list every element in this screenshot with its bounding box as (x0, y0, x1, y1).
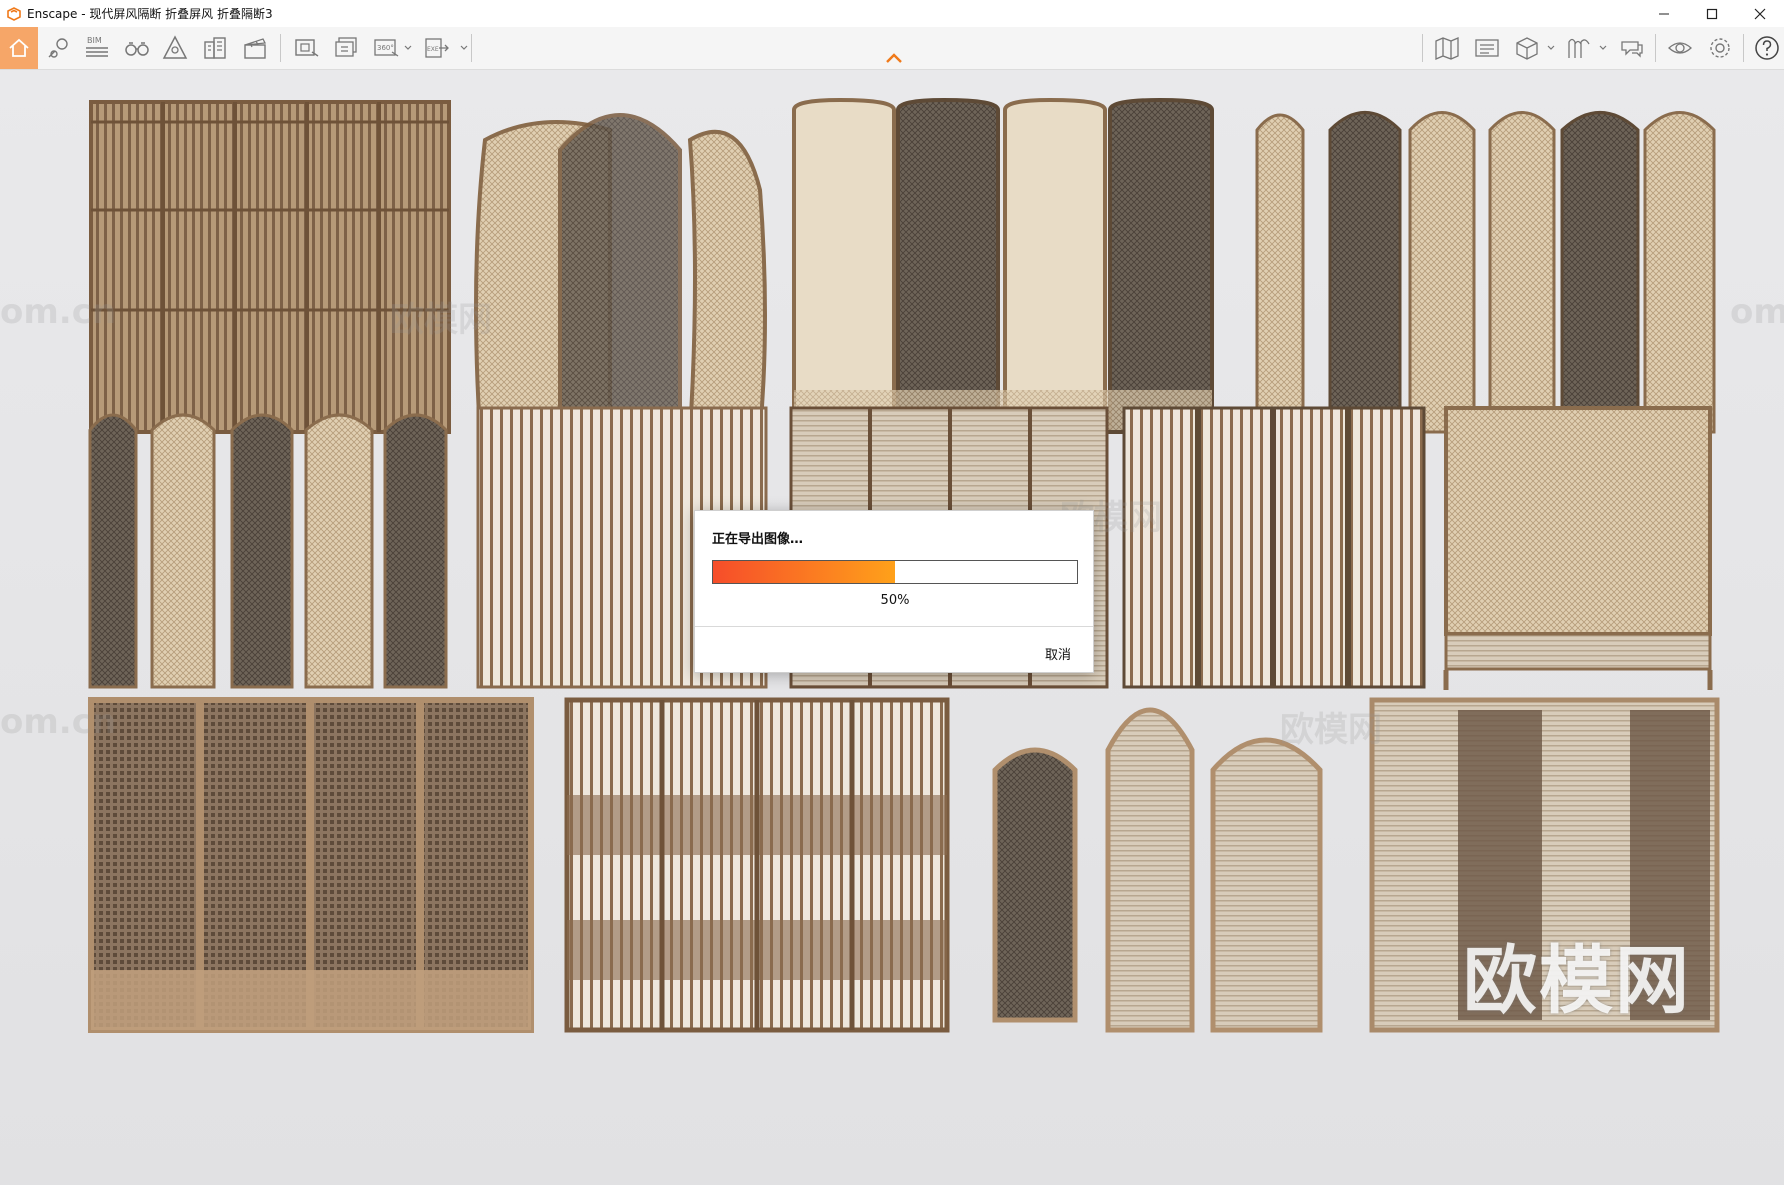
material-dropdown[interactable] (1598, 41, 1608, 55)
screen-model-5 (88, 413, 448, 689)
exe-export-icon: EXE (425, 38, 449, 58)
title-bar: Enscape - 现代屏风隔断 折叠屏风 折叠隔断3 (0, 0, 1784, 27)
asset-library-icon (1475, 39, 1499, 57)
help-icon (1755, 36, 1779, 60)
video-editor-button[interactable] (238, 31, 272, 65)
buildings-icon (204, 37, 226, 59)
panorama-360-icon: 360° (374, 39, 399, 57)
screen-model-1 (89, 100, 451, 434)
minimize-icon (1659, 13, 1669, 14)
views-button[interactable] (42, 31, 76, 65)
visibility-icon (1668, 42, 1692, 54)
map-icon (1435, 37, 1459, 60)
screen-model-4 (1255, 111, 1716, 434)
panorama-label: 360° (377, 44, 394, 52)
watermark-url: om.cn (0, 702, 117, 742)
screen-model-10 (88, 697, 534, 1033)
close-button[interactable] (1736, 0, 1784, 27)
asset-library-button[interactable] (1470, 31, 1504, 65)
screen-model-12 (992, 707, 1323, 1033)
visibility-button[interactable] (1663, 31, 1697, 65)
walk-mode-button[interactable] (120, 31, 154, 65)
batch-render-icon (335, 37, 357, 57)
settings-icon (1710, 38, 1730, 58)
export-dropdown[interactable] (459, 41, 469, 55)
settings-button[interactable] (1703, 31, 1737, 65)
bim-label: BIM (87, 36, 102, 45)
dialog-title: 正在导出图像… (712, 532, 804, 547)
collaboration-icon (1621, 41, 1643, 58)
binoculars-icon (125, 42, 149, 56)
collaboration-button[interactable] (1615, 31, 1649, 65)
export-exe-button[interactable]: EXE (419, 31, 453, 65)
atmosphere-button[interactable] (158, 31, 192, 65)
atmosphere-icon (162, 35, 188, 59)
view-mode-button[interactable] (1510, 31, 1544, 65)
buildings-button[interactable] (198, 31, 232, 65)
panorama-button[interactable]: 360° (369, 31, 403, 65)
home-button[interactable] (0, 27, 38, 69)
toolbar-separator (1655, 34, 1656, 62)
toolbar-separator (1422, 34, 1423, 62)
help-button[interactable] (1750, 31, 1784, 65)
panorama-dropdown[interactable] (403, 41, 413, 55)
minimize-button[interactable] (1640, 0, 1688, 27)
toolbar-separator (1743, 34, 1744, 62)
watermark-text: 欧模网 (390, 300, 492, 340)
screenshot-icon (295, 39, 319, 57)
render-image-button[interactable] (289, 31, 323, 65)
window-title: Enscape - 现代屏风隔断 折叠屏风 折叠隔断3 (27, 7, 273, 21)
progress-fill (713, 561, 895, 583)
location-pin-icon (48, 38, 68, 58)
chevron-down-icon (460, 45, 468, 50)
home-icon (9, 38, 29, 57)
screen-model-11 (564, 697, 950, 1033)
dialog-divider (695, 626, 1093, 627)
bim-button[interactable]: BIM (80, 31, 114, 65)
chevron-down-icon (1547, 45, 1555, 50)
clapper-icon (244, 38, 267, 59)
toolbar-separator (280, 34, 281, 62)
cube-view-icon (1516, 37, 1538, 60)
progress-percent: 50% (880, 593, 910, 608)
screen-model-8 (1122, 406, 1426, 689)
window-controls (1640, 0, 1784, 27)
cancel-button[interactable]: 取消 (1045, 644, 1071, 663)
map-button[interactable] (1430, 31, 1464, 65)
maximize-button[interactable] (1688, 0, 1736, 27)
bim-icon: BIM (86, 36, 108, 57)
watermark-text: 欧模网 (1280, 710, 1382, 750)
exe-label: EXE (427, 46, 439, 53)
chevron-down-icon (404, 45, 412, 50)
watermark-url: om.cn (0, 292, 117, 332)
material-editor-button[interactable] (1562, 31, 1596, 65)
screen-model-2 (474, 113, 767, 434)
export-progress-dialog: 正在导出图像… 50% 取消 (694, 510, 1094, 673)
screen-model-3 (792, 97, 1214, 434)
close-icon (1754, 8, 1766, 19)
view-mode-dropdown[interactable] (1546, 41, 1556, 55)
watermark-logo: 欧模网 (1463, 938, 1691, 1024)
material-editor-icon (1568, 38, 1590, 58)
enscape-logo-icon (7, 6, 21, 21)
progress-bar (712, 560, 1078, 584)
watermark-url: om.cn (1730, 292, 1784, 332)
screen-model-9 (1443, 406, 1713, 690)
batch-render-button[interactable] (329, 31, 363, 65)
chevron-down-icon (1599, 45, 1607, 50)
toolbar-separator (471, 34, 472, 62)
collapse-toolbar-icon[interactable] (885, 52, 903, 64)
maximize-icon (1706, 8, 1718, 19)
